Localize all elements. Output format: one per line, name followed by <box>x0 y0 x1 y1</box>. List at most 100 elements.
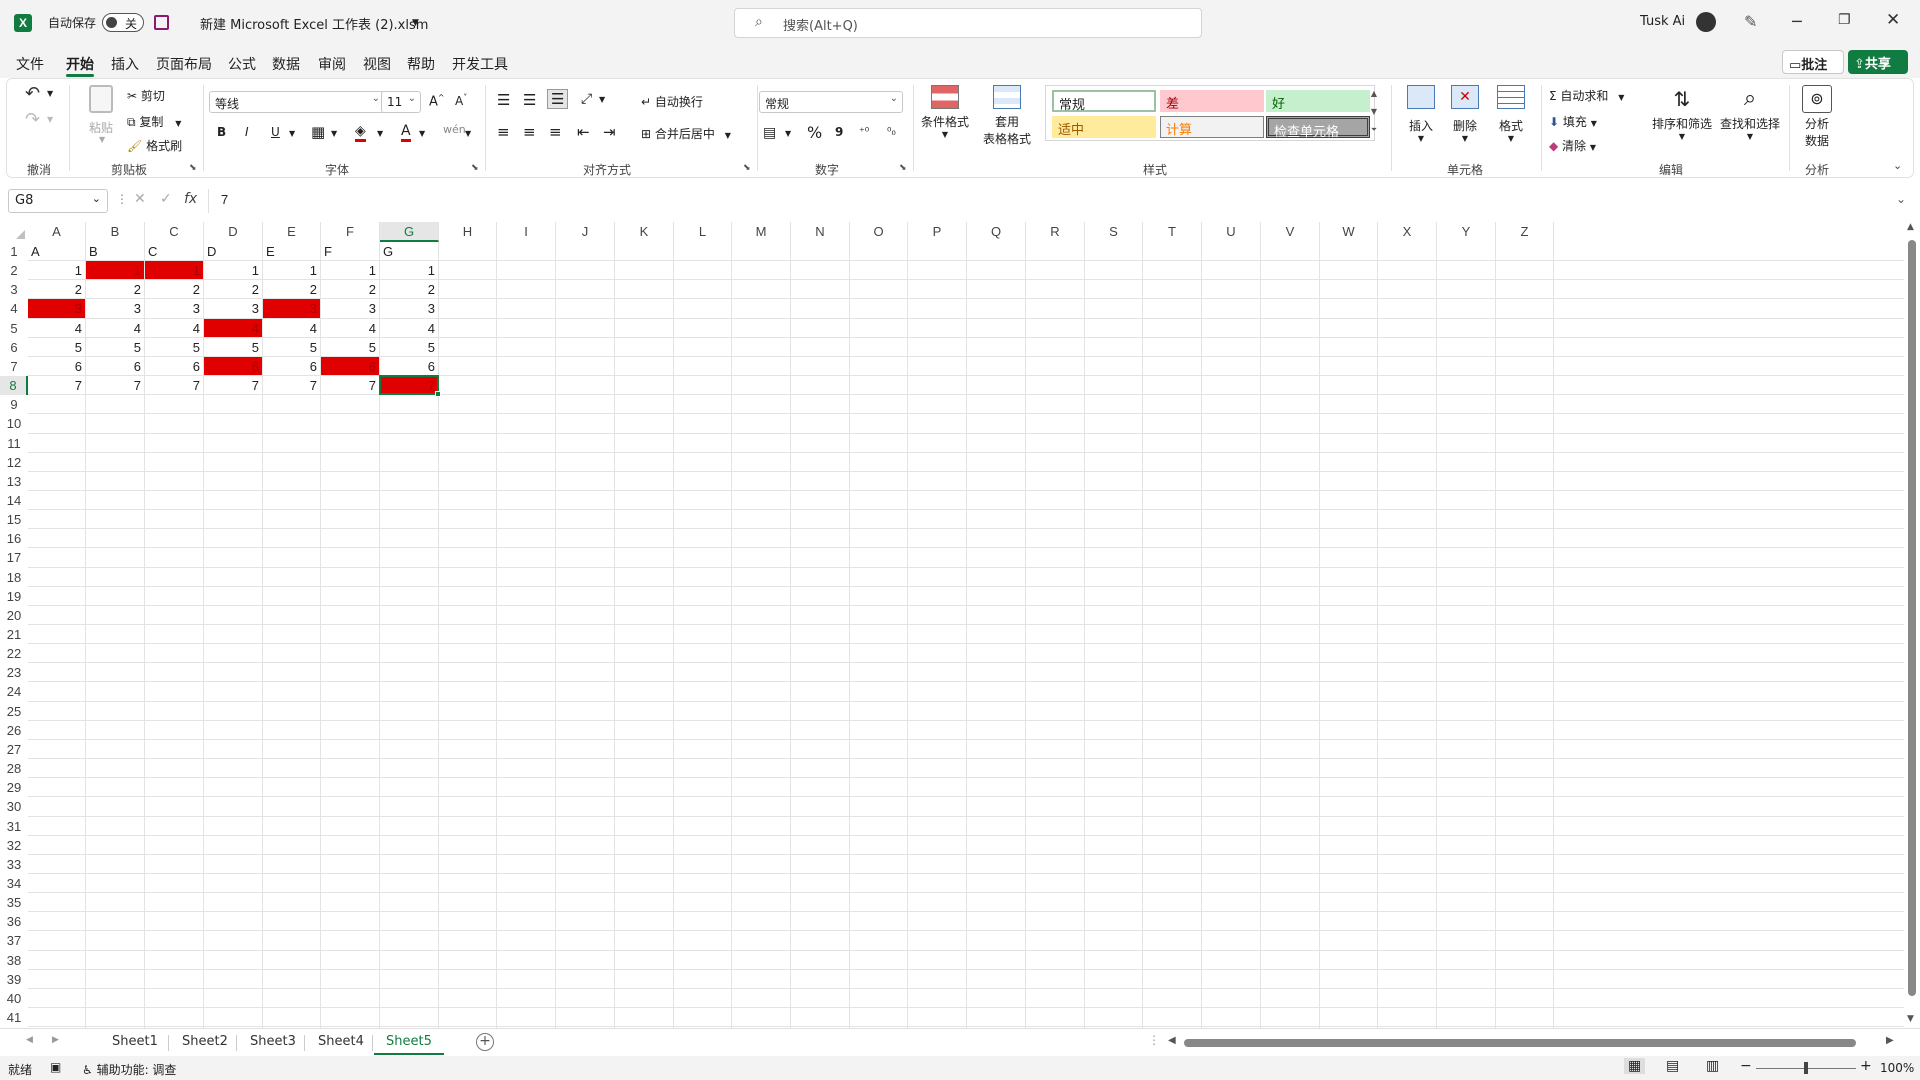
find-select-button[interactable]: ⌕ 查找和选择 ▼ <box>1715 85 1785 141</box>
cell[interactable]: 3 <box>380 299 438 317</box>
file-name[interactable]: 新建 Microsoft Excel 工作表 (2).xlsm <box>200 14 428 33</box>
clipboard-launcher-icon[interactable]: ⬊ <box>189 163 197 173</box>
column-header[interactable]: W <box>1320 222 1378 242</box>
style-normal[interactable]: 常规 <box>1052 90 1156 113</box>
tab-page-layout[interactable]: 页面布局 <box>156 54 212 74</box>
row-header[interactable]: 35 <box>0 893 28 912</box>
tab-review[interactable]: 审阅 <box>318 54 346 74</box>
macro-record-icon[interactable]: ▣ <box>50 1060 61 1074</box>
tab-insert[interactable]: 插入 <box>111 54 139 74</box>
expand-formula-icon[interactable]: ⌄ <box>1896 192 1906 206</box>
column-header[interactable]: J <box>556 222 615 242</box>
cell[interactable]: 7 <box>204 376 262 394</box>
prev-sheet-icon[interactable]: ◀ <box>26 1035 33 1045</box>
row-header[interactable]: 37 <box>0 931 28 950</box>
sheet-tab[interactable]: Sheet3 <box>238 1031 308 1055</box>
row-header[interactable]: 5 <box>0 319 28 338</box>
cell[interactable]: 2 <box>86 280 144 298</box>
cell[interactable]: 1 <box>321 261 379 279</box>
cell[interactable]: E <box>263 242 320 260</box>
column-header[interactable]: V <box>1261 222 1320 242</box>
row-header[interactable]: 40 <box>0 989 28 1008</box>
underline-button[interactable]: U <box>271 125 280 139</box>
fill-handle[interactable] <box>435 391 441 398</box>
cell-styles-gallery[interactable]: 常规 差 好 适中 计算 检查单元格 <box>1045 85 1375 141</box>
cell[interactable]: 2 <box>263 280 320 298</box>
row-header[interactable]: 23 <box>0 663 28 682</box>
horizontal-scroll-thumb[interactable] <box>1184 1039 1856 1047</box>
cell[interactable]: 4 <box>28 319 85 337</box>
zoom-slider[interactable] <box>1756 1062 1856 1074</box>
column-header[interactable]: A <box>28 222 86 242</box>
row-header[interactable]: 25 <box>0 702 28 721</box>
borders-icon[interactable]: ▦ <box>311 123 325 141</box>
column-header[interactable]: O <box>850 222 908 242</box>
search-box[interactable]: ⌕ 搜索(Alt+Q) <box>734 8 1202 38</box>
cell[interactable]: A <box>28 242 85 260</box>
avatar[interactable] <box>1696 12 1716 32</box>
analyze-data-button[interactable]: ⊚ 分析 数据 <box>1797 85 1837 149</box>
cell[interactable]: 2 <box>321 280 379 298</box>
next-sheet-icon[interactable]: ▶ <box>52 1035 59 1045</box>
vertical-scrollbar[interactable]: ▲ ▼ <box>1904 222 1920 1028</box>
cell[interactable]: B <box>86 242 144 260</box>
cell[interactable]: 4 <box>204 318 262 337</box>
font-color-dropdown-icon[interactable]: ▼ <box>419 129 425 138</box>
cell[interactable]: 1 <box>263 261 320 279</box>
cell[interactable]: 6 <box>28 357 85 375</box>
row-header[interactable]: 9 <box>0 395 28 414</box>
vertical-scroll-thumb[interactable] <box>1908 240 1916 996</box>
cell[interactable]: G <box>380 242 438 260</box>
tab-help[interactable]: 帮助 <box>407 54 435 74</box>
row-header[interactable]: 29 <box>0 778 28 797</box>
zoom-out-icon[interactable]: − <box>1740 1058 1752 1074</box>
row-header[interactable]: 15 <box>0 510 28 529</box>
column-header[interactable]: Y <box>1437 222 1496 242</box>
undo-icon[interactable]: ↶ <box>25 83 40 104</box>
cell[interactable]: 5 <box>145 338 203 356</box>
scroll-left-icon[interactable]: ◀ <box>1168 1035 1176 1046</box>
undo-dropdown-icon[interactable]: ▼ <box>47 89 53 98</box>
cell[interactable]: 5 <box>28 338 85 356</box>
accessibility-button[interactable]: ♿ 辅助功能: 调查 <box>82 1061 176 1078</box>
format-cells-button[interactable]: 格式 ▼ <box>1491 85 1531 143</box>
cell[interactable]: 2 <box>204 280 262 298</box>
styles-scroll[interactable]: ▲ ▼ ⏷ <box>1367 85 1381 141</box>
bold-button[interactable]: B <box>217 125 226 139</box>
page-layout-view-icon[interactable]: ▤ <box>1666 1058 1679 1074</box>
cell[interactable]: 7 <box>321 376 379 394</box>
autosave-toggle[interactable]: 关 <box>102 13 144 32</box>
column-header[interactable]: D <box>204 222 263 242</box>
cell[interactable]: 5 <box>263 338 320 356</box>
style-good[interactable]: 好 <box>1266 90 1370 112</box>
cell[interactable]: 1 <box>28 261 85 279</box>
tab-view[interactable]: 视图 <box>363 54 391 74</box>
column-header[interactable]: F <box>321 222 380 242</box>
font-launcher-icon[interactable]: ⬊ <box>471 163 479 173</box>
increase-decimal-icon[interactable]: ⁺⁰ <box>859 125 869 138</box>
restore-icon[interactable]: ❐ <box>1838 12 1851 28</box>
cell[interactable]: 3 <box>321 299 379 317</box>
increase-indent-icon[interactable]: ⇥ <box>603 123 616 141</box>
cell[interactable]: 3 <box>263 299 320 318</box>
close-icon[interactable]: ✕ <box>1886 10 1900 30</box>
row-header[interactable]: 12 <box>0 453 28 472</box>
worksheet[interactable]: ABCDEFGHIJKLMNOPQRSTUVWXYZ 1 2 3 4 5 6 7 8 9 10 11… <box>0 222 1920 1028</box>
borders-dropdown-icon[interactable]: ▼ <box>331 129 337 138</box>
column-header[interactable]: H <box>439 222 497 242</box>
row-header[interactable]: 1 <box>0 242 28 261</box>
cell[interactable]: 1 <box>86 261 144 280</box>
user-name[interactable]: Tusk Ai <box>1640 14 1685 29</box>
align-left-icon[interactable]: ≡ <box>497 123 510 141</box>
format-painter-button[interactable]: 🖌 格式刷 <box>127 137 182 154</box>
align-center-icon[interactable]: ≡ <box>523 123 536 141</box>
tab-home[interactable]: 开始 <box>66 54 94 74</box>
sort-filter-button[interactable]: ⇅ 排序和筛选 ▼ <box>1647 85 1717 141</box>
style-neutral[interactable]: 适中 <box>1052 116 1156 138</box>
row-header[interactable]: 33 <box>0 855 28 874</box>
sheet-tab[interactable]: Sheet4 <box>306 1031 376 1055</box>
orientation-icon[interactable]: ⤢ <box>581 91 592 107</box>
tab-file[interactable]: 文件 <box>16 54 44 74</box>
cell[interactable]: 1 <box>380 261 438 279</box>
cell[interactable]: 2 <box>380 280 438 298</box>
